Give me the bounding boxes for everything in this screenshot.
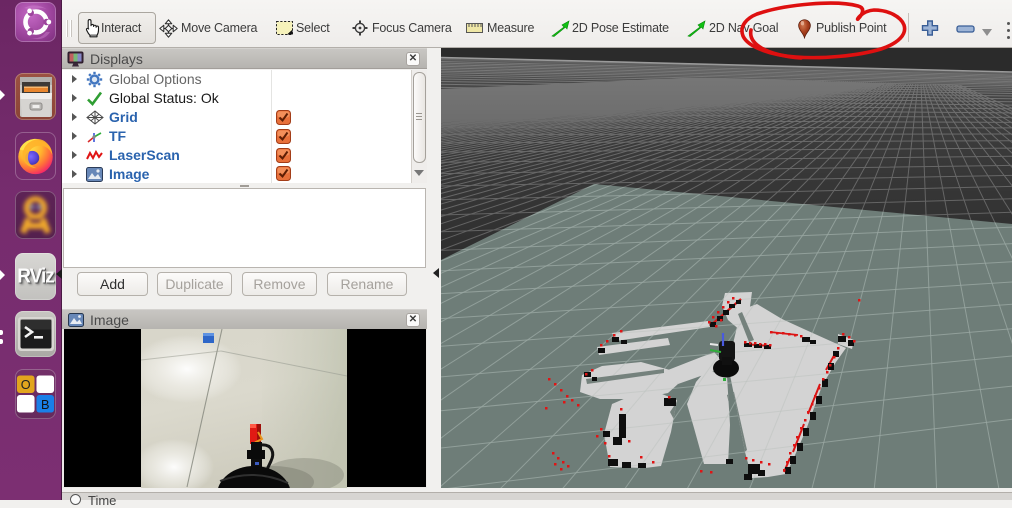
svg-text:O: O	[21, 378, 31, 392]
svg-text:B: B	[41, 398, 49, 412]
